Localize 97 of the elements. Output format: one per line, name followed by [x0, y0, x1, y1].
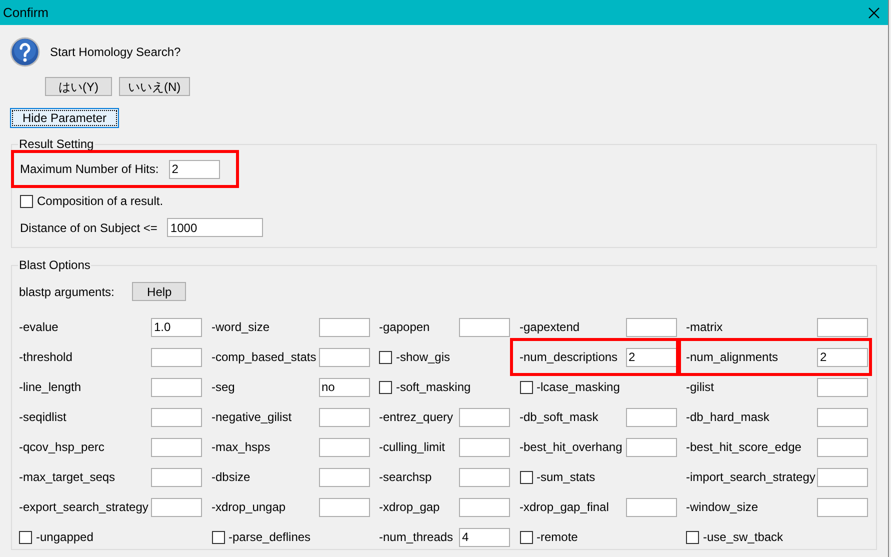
option-label: -import_search_strategy	[686, 469, 816, 486]
option-label: -gilist	[686, 379, 714, 396]
input-field[interactable]	[151, 468, 202, 486]
input-field[interactable]	[151, 498, 202, 516]
input-field[interactable]	[151, 348, 202, 366]
option-label: -max_target_seqs	[19, 469, 116, 486]
field-label: Distance of on Subject <=	[20, 220, 158, 236]
option-label: -culling_limit	[379, 439, 446, 456]
input-field[interactable]	[318, 408, 370, 426]
input-field[interactable]	[151, 438, 202, 456]
input-field[interactable]	[459, 468, 510, 486]
option-label: -gapopen	[379, 319, 430, 336]
option-label: -evalue	[19, 319, 58, 336]
checkbox[interactable]	[379, 350, 392, 364]
question-icon	[10, 37, 40, 67]
input-field[interactable]	[151, 408, 202, 426]
input-field[interactable]	[626, 498, 676, 516]
option-label: -best_hit_overhang	[520, 439, 622, 456]
checkbox[interactable]	[212, 530, 224, 544]
option-label: -export_search_strategy	[19, 499, 148, 516]
option-label: -db_hard_mask	[686, 409, 770, 426]
hide-parameter-button[interactable]: Hide Parameter	[10, 108, 119, 128]
input-field[interactable]	[318, 348, 370, 366]
option-label: -window_size	[686, 499, 758, 516]
close-icon[interactable]	[868, 6, 880, 18]
option-label: -best_hit_score_edge	[686, 439, 802, 456]
dialog-button[interactable]: はい(Y)	[45, 77, 112, 96]
field-label: Maximum Number of Hits:	[20, 161, 159, 178]
window-title: Confirm	[3, 4, 49, 22]
option-label: -max_hsps	[212, 439, 270, 456]
input-field[interactable]	[817, 378, 868, 396]
checkbox-label: -sum_stats	[536, 469, 596, 486]
option-label: -qcov_hsp_perc	[19, 439, 104, 456]
input-field[interactable]: 4	[459, 528, 510, 546]
checkbox-label: -ungapped	[36, 529, 94, 546]
message-text: Start Homology Search?	[50, 44, 181, 61]
option-label: -threshold	[19, 349, 72, 366]
group-title: Blast Options	[18, 258, 92, 272]
input-field[interactable]	[817, 468, 868, 486]
option-label: -comp_based_stats	[212, 349, 316, 366]
input-field[interactable]	[626, 318, 676, 336]
checkbox-label: Composition of a result.	[37, 193, 164, 210]
checkbox[interactable]	[520, 470, 532, 484]
option-label: -matrix	[686, 319, 723, 336]
arguments-label: blastp arguments:	[19, 284, 114, 300]
input-field[interactable]	[459, 318, 510, 336]
option-label: -seqidlist	[19, 409, 66, 426]
input-field[interactable]	[459, 438, 510, 456]
option-label: -searchsp	[379, 469, 432, 486]
input-field[interactable]: 1000	[167, 218, 264, 237]
input-field[interactable]	[459, 498, 510, 516]
checkbox-label: -parse_deflines	[228, 529, 311, 546]
input-field[interactable]	[817, 438, 868, 456]
checkbox-label: -use_sw_tback	[703, 529, 784, 546]
input-field[interactable]	[626, 408, 676, 426]
option-label: -xdrop_gap_final	[520, 499, 609, 516]
input-field[interactable]	[459, 408, 510, 426]
option-label: -num_threads	[379, 529, 454, 546]
checkbox[interactable]	[379, 380, 392, 394]
option-label: -xdrop_gap	[379, 499, 440, 516]
checkbox-label: -remote	[536, 529, 578, 546]
checkbox-label: -lcase_masking	[536, 379, 620, 396]
option-label: -num_alignments	[686, 349, 778, 366]
checkbox[interactable]	[520, 530, 532, 544]
input-field[interactable]	[817, 318, 868, 336]
checkbox[interactable]	[520, 380, 532, 394]
input-field[interactable]	[151, 378, 202, 396]
option-label: -line_length	[19, 379, 82, 396]
input-field[interactable]	[817, 408, 868, 426]
help-button[interactable]: Help	[132, 282, 186, 301]
option-label: -word_size	[212, 319, 270, 336]
option-label: -db_soft_mask	[520, 409, 598, 426]
input-field[interactable]	[626, 438, 676, 456]
checkbox[interactable]	[20, 194, 33, 208]
option-label: -seg	[212, 379, 235, 396]
input-field[interactable]: 1.0	[151, 318, 202, 336]
dialog-button[interactable]: いいえ(N)	[119, 77, 190, 96]
input-field[interactable]: 2	[168, 160, 220, 178]
checkbox-label: -soft_masking	[396, 379, 471, 396]
input-field[interactable]	[318, 318, 370, 336]
option-label: -num_descriptions	[520, 349, 618, 366]
option-label: -negative_gilist	[212, 409, 292, 426]
input-field[interactable]	[817, 498, 868, 516]
option-label: -entrez_query	[379, 409, 454, 426]
input-field[interactable]	[318, 498, 370, 516]
checkbox[interactable]	[19, 530, 32, 544]
checkbox-label: -show_gis	[396, 349, 450, 366]
option-label: -gapextend	[520, 319, 580, 336]
option-label: -dbsize	[212, 469, 250, 486]
input-field[interactable]: 2	[817, 348, 868, 366]
option-label: -xdrop_ungap	[212, 499, 286, 516]
input-field[interactable]	[318, 438, 370, 456]
input-field[interactable]	[318, 468, 370, 486]
input-field[interactable]: no	[318, 378, 370, 396]
group-title: Result Setting	[18, 137, 95, 151]
input-field[interactable]: 2	[626, 348, 676, 366]
checkbox[interactable]	[686, 530, 699, 544]
